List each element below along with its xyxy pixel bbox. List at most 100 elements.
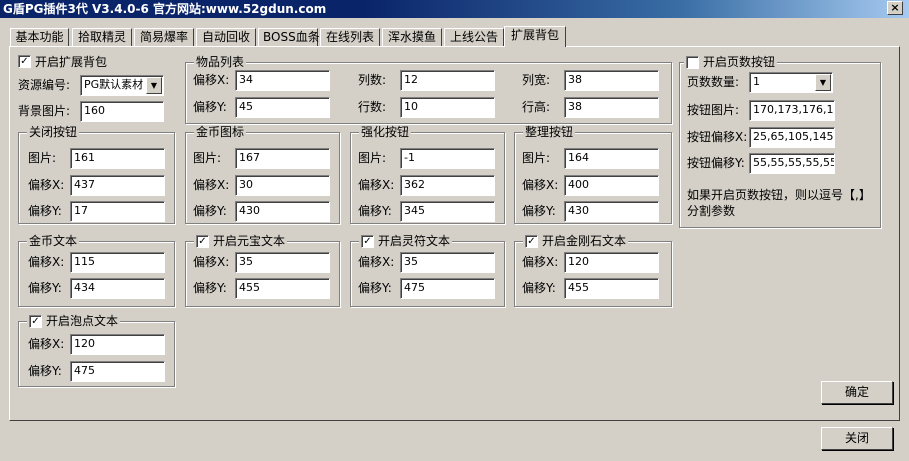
diamond-offset-x-input[interactable]: 120	[564, 252, 659, 273]
enhance-offset-y-label: 偏移Y:	[358, 204, 392, 218]
diamond-offset-x-label: 偏移X:	[522, 255, 559, 269]
diamond-offset-y-label: 偏移Y:	[522, 281, 556, 295]
sort-offset-y-input[interactable]: 430	[564, 201, 659, 222]
enhance-image-label: 图片:	[358, 151, 387, 165]
gold-text-offset-y-label: 偏移Y:	[28, 281, 62, 295]
col-width-input[interactable]: 38	[564, 70, 659, 91]
sort-button-group-title: 整理按钮	[523, 125, 576, 139]
close-offset-x-input[interactable]: 437	[70, 175, 165, 196]
checkbox-box[interactable]: ✓	[18, 55, 31, 68]
bg-image-label: 背景图片:	[18, 104, 71, 118]
tab-extended-bag[interactable]: 扩展背包	[504, 26, 566, 47]
lingfu-text-group-title[interactable]: ✓ 开启灵符文本	[359, 234, 453, 248]
tab-recycle[interactable]: 自动回收	[196, 28, 256, 46]
page-buttons-note: 如果开启页数按钮，则以逗号【,】分割参数	[687, 188, 871, 218]
chevron-down-icon[interactable]: ▼	[815, 74, 831, 91]
tab-droprate[interactable]: 简易爆率	[134, 28, 194, 46]
confirm-button[interactable]: 确定	[821, 381, 893, 404]
bubble-offset-x-label: 偏移X:	[28, 337, 65, 351]
yuanbao-offset-y-input[interactable]: 455	[235, 278, 330, 299]
gold-text-offset-y-input[interactable]: 434	[70, 278, 165, 299]
checkbox-box[interactable]: ✓	[29, 314, 42, 328]
enable-ext-bag-label: 开启扩展背包	[35, 55, 108, 69]
tab-muddy-fishing[interactable]: 浑水摸鱼	[382, 28, 442, 46]
lingfu-offset-y-input[interactable]: 475	[400, 278, 495, 299]
yuanbao-offset-x-label: 偏移X:	[193, 255, 230, 269]
yuanbao-offset-y-label: 偏移Y:	[193, 281, 227, 295]
rows-label: 行数:	[358, 100, 387, 114]
enhance-button-group-title: 强化按钮	[359, 125, 412, 139]
row-height-label: 行高:	[522, 100, 551, 114]
enhance-offset-x-label: 偏移X:	[358, 178, 395, 192]
close-offset-x-label: 偏移X:	[28, 178, 65, 192]
page-buttons-group-title[interactable]: 开启页数按钮	[684, 55, 778, 69]
gold-icon-offset-y-label: 偏移Y:	[193, 204, 227, 218]
checkbox-box[interactable]: ✓	[361, 234, 374, 248]
checkbox-box[interactable]: ✓	[196, 234, 209, 248]
gold-icon-group-title: 金币图标	[194, 125, 247, 139]
checkbox-box[interactable]	[686, 55, 699, 69]
chevron-down-icon[interactable]: ▼	[146, 77, 162, 94]
close-image-input[interactable]: 161	[70, 148, 165, 169]
tab-login-notice[interactable]: 上线公告	[444, 28, 504, 46]
tab-boss-hp[interactable]: BOSS血条	[258, 28, 320, 46]
tab-online-list[interactable]: 在线列表	[320, 28, 380, 46]
page-btn-offset-x-label: 按钮偏移X:	[687, 130, 748, 144]
gold-icon-offset-y-input[interactable]: 430	[235, 201, 330, 222]
close-offset-y-label: 偏移Y:	[28, 204, 62, 218]
gold-text-offset-x-label: 偏移X:	[28, 255, 65, 269]
page-btn-image-label: 按钮图片:	[687, 103, 740, 117]
close-button[interactable]: 关闭	[821, 427, 893, 450]
enhance-offset-y-input[interactable]: 345	[400, 201, 495, 222]
bg-image-input[interactable]: 160	[80, 101, 164, 122]
bubble-offset-x-input[interactable]: 120	[70, 334, 165, 355]
page-btn-offset-y-label: 按钮偏移Y:	[687, 156, 745, 170]
enable-ext-bag-checkbox[interactable]: ✓ 开启扩展背包	[18, 53, 107, 70]
rows-input[interactable]: 10	[400, 97, 495, 118]
diamond-text-group-title[interactable]: ✓ 开启金刚石文本	[523, 234, 629, 248]
sort-image-label: 图片:	[522, 151, 551, 165]
diamond-offset-y-input[interactable]: 455	[564, 278, 659, 299]
page-btn-offset-y-input[interactable]: 55,55,55,55,55	[749, 153, 835, 174]
sort-image-input[interactable]: 164	[564, 148, 659, 169]
items-list-title: 物品列表	[194, 55, 247, 69]
items-offset-y-input[interactable]: 45	[235, 97, 330, 118]
gold-icon-offset-x-label: 偏移X:	[193, 178, 230, 192]
gold-text-offset-x-input[interactable]: 115	[70, 252, 165, 273]
diamond-text-label: 开启金刚石文本	[542, 234, 627, 248]
sort-offset-x-label: 偏移X:	[522, 178, 559, 192]
lingfu-offset-y-label: 偏移Y:	[358, 281, 392, 295]
resource-id-label: 资源编号:	[18, 78, 71, 92]
sort-offset-y-label: 偏移Y:	[522, 204, 556, 218]
resource-id-value: PG默认素材	[84, 78, 144, 91]
items-offset-x-input[interactable]: 34	[235, 70, 330, 91]
close-window-button[interactable]: ×	[887, 1, 903, 15]
items-offset-x-label: 偏移X:	[193, 73, 230, 87]
page-count-select[interactable]: 1 ▼	[749, 72, 833, 93]
gold-icon-offset-x-input[interactable]: 30	[235, 175, 330, 196]
yuanbao-text-group-title[interactable]: ✓ 开启元宝文本	[194, 234, 288, 248]
close-image-label: 图片:	[28, 151, 57, 165]
page-btn-offset-x-input[interactable]: 25,65,105,145,1	[749, 127, 835, 148]
enhance-image-input[interactable]: -1	[400, 148, 495, 169]
bubble-offset-y-label: 偏移Y:	[28, 364, 62, 378]
gold-text-group-title: 金币文本	[27, 234, 80, 248]
page-count-value: 1	[753, 75, 760, 88]
close-offset-y-input[interactable]: 17	[70, 201, 165, 222]
yuanbao-offset-x-input[interactable]: 35	[235, 252, 330, 273]
row-height-input[interactable]: 38	[564, 97, 659, 118]
lingfu-offset-x-label: 偏移X:	[358, 255, 395, 269]
lingfu-offset-x-input[interactable]: 35	[400, 252, 495, 273]
tab-basic[interactable]: 基本功能	[10, 28, 69, 46]
tab-pickup[interactable]: 拾取精灵	[72, 28, 132, 46]
enhance-offset-x-input[interactable]: 362	[400, 175, 495, 196]
sort-offset-x-input[interactable]: 400	[564, 175, 659, 196]
bubble-offset-y-input[interactable]: 475	[70, 361, 165, 382]
resource-id-select[interactable]: PG默认素材 ▼	[80, 75, 164, 96]
page-btn-image-input[interactable]: 170,173,176,179	[749, 100, 835, 121]
cols-input[interactable]: 12	[400, 70, 495, 91]
bubble-text-group-title[interactable]: ✓ 开启泡点文本	[27, 314, 121, 328]
page-count-label: 页数数量:	[687, 75, 740, 89]
gold-icon-image-input[interactable]: 167	[235, 148, 330, 169]
checkbox-box[interactable]: ✓	[525, 234, 538, 248]
